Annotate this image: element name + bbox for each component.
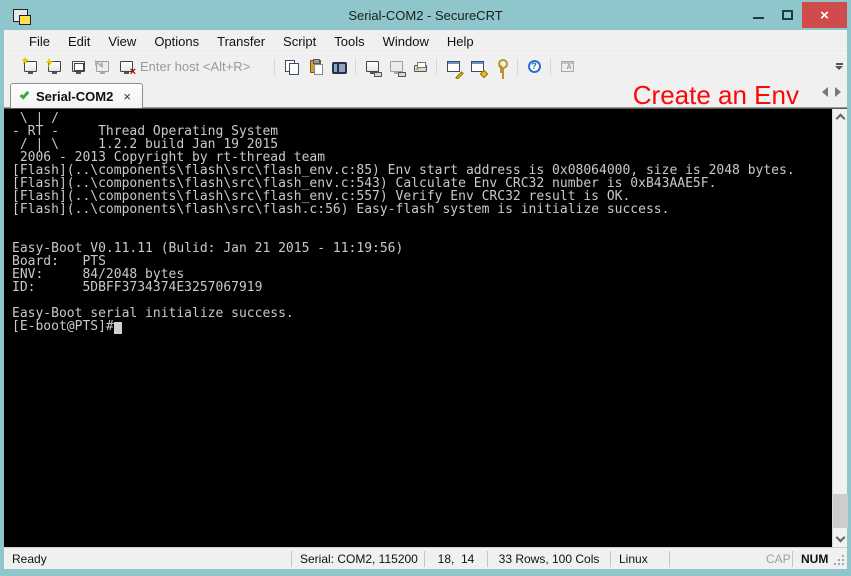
resize-grip[interactable] [833, 548, 847, 569]
maximize-button[interactable] [773, 2, 802, 28]
status-terminal-size: 33 Rows, 100 Cols [488, 552, 610, 566]
title-bar: Serial-COM2 - SecureCRT [4, 0, 847, 30]
menu-item-script[interactable]: Script [274, 30, 325, 53]
terminal-line: Easy-Boot serial initialize success. [12, 307, 832, 320]
print-icon [414, 65, 427, 72]
session-options-button[interactable] [441, 56, 465, 78]
pencil-overlay-icon [455, 71, 463, 79]
host-input[interactable] [140, 58, 268, 76]
toolbar-separator [517, 58, 518, 75]
menu-item-file[interactable]: File [20, 30, 59, 53]
menu-item-help[interactable]: Help [438, 30, 483, 53]
status-bar: Ready Serial: COM2, 115200 18, 14 33 Row… [4, 547, 847, 569]
status-serial: Serial: COM2, 115200 [292, 552, 424, 566]
status-cursor-position: 18, 14 [425, 552, 487, 566]
paste-icon [310, 60, 321, 73]
status-caps-lock: CAP [758, 552, 792, 566]
menu-bar: FileEditViewOptionsTransferScriptToolsWi… [4, 30, 847, 53]
tab-scroll-right-icon[interactable] [835, 87, 841, 97]
second-monitor-icon [74, 63, 84, 71]
find-icon [332, 62, 347, 72]
tab-scroll-left-icon[interactable] [822, 87, 828, 97]
status-emulation: Linux [611, 552, 669, 566]
app-icon[interactable] [13, 9, 28, 22]
tab-serial-com2[interactable]: Serial-COM2 × [10, 83, 143, 108]
help-icon [528, 60, 541, 73]
reconnect-button[interactable] [90, 56, 114, 78]
print-screen-button[interactable] [360, 56, 384, 78]
clone-session-icon [561, 61, 574, 72]
menu-item-transfer[interactable]: Transfer [208, 30, 274, 53]
terminal-area: \ | /- RT - Thread Operating System / | … [4, 108, 847, 547]
copy-icon [285, 60, 298, 73]
print-screen-icon [366, 61, 379, 72]
close-icon [820, 8, 829, 23]
print-setup-icon [390, 61, 403, 72]
terminal-output[interactable]: \ | /- RT - Thread Operating System / | … [4, 109, 832, 547]
find-button[interactable] [327, 56, 351, 78]
close-button[interactable] [802, 2, 847, 28]
copy-button[interactable] [279, 56, 303, 78]
terminal-cursor [114, 322, 122, 334]
vertical-scrollbar[interactable] [832, 109, 847, 547]
help-button[interactable] [522, 56, 546, 78]
minimize-button[interactable] [744, 2, 773, 28]
status-ready: Ready [4, 552, 291, 566]
toolbar-separator [436, 58, 437, 75]
key-agent-button[interactable] [489, 56, 513, 78]
toolbar-separator [274, 58, 275, 75]
terminal-prompt-line: [E-boot@PTS]# [12, 320, 832, 334]
status-separator [669, 551, 670, 567]
menu-item-view[interactable]: View [99, 30, 145, 53]
printer-overlay-icon [398, 72, 406, 77]
tab-bar: Serial-COM2 × Create an Env [4, 79, 847, 108]
caption-buttons [744, 2, 847, 28]
key-agent-icon [497, 59, 506, 74]
terminal-line [12, 216, 832, 229]
minimize-icon [753, 17, 764, 19]
scrollbar-up-icon[interactable] [835, 114, 845, 124]
menu-item-edit[interactable]: Edit [59, 30, 99, 53]
clone-session-button[interactable] [555, 56, 579, 78]
quick-connect-button[interactable] [42, 56, 66, 78]
terminal-line: Easy-Boot V0.11.11 (Bulid: Jan 21 2015 -… [12, 242, 832, 255]
menu-item-window[interactable]: Window [374, 30, 438, 53]
tab-close-icon[interactable]: × [123, 90, 131, 103]
tab-scroll-arrows [822, 87, 841, 97]
scrollbar-down-icon[interactable] [835, 533, 845, 543]
session-options-icon [447, 61, 460, 72]
printer-overlay-icon [374, 72, 382, 77]
toolbar-separator [550, 58, 551, 75]
menu-item-options[interactable]: Options [145, 30, 208, 53]
tab-label: Serial-COM2 [36, 89, 113, 104]
toolbar [4, 53, 847, 79]
menu-item-tools[interactable]: Tools [325, 30, 373, 53]
window-title: Serial-COM2 - SecureCRT [4, 8, 847, 23]
toolbar-overflow-icon[interactable] [833, 63, 845, 70]
arrows-overlay-icon [95, 60, 103, 66]
terminal-line: [Flash](..\components\flash\src\flash.c:… [12, 203, 832, 216]
scrollbar-thumb[interactable] [833, 494, 848, 528]
connect-in-tab-button[interactable] [66, 56, 90, 78]
disconnect-button[interactable] [114, 56, 138, 78]
terminal-line: ID: 5DBFF3734374E3257067919 [12, 281, 832, 294]
print-setup-button[interactable] [384, 56, 408, 78]
connect-button[interactable] [18, 56, 42, 78]
status-num-lock: NUM [793, 552, 833, 566]
securecrt-window: Serial-COM2 - SecureCRT FileEditViewOpti… [0, 0, 851, 576]
tab-connected-check-icon [20, 89, 30, 99]
paste-button[interactable] [303, 56, 327, 78]
toolbar-separator [355, 58, 356, 75]
red-x-overlay-icon [130, 67, 136, 78]
maximize-icon [782, 10, 793, 20]
print-button[interactable] [408, 56, 432, 78]
terminal-prompt: [E-boot@PTS]# [12, 319, 114, 334]
connect-icon [24, 61, 37, 72]
global-options-button[interactable] [465, 56, 489, 78]
annotation-create-env: Create an Env [633, 80, 799, 111]
